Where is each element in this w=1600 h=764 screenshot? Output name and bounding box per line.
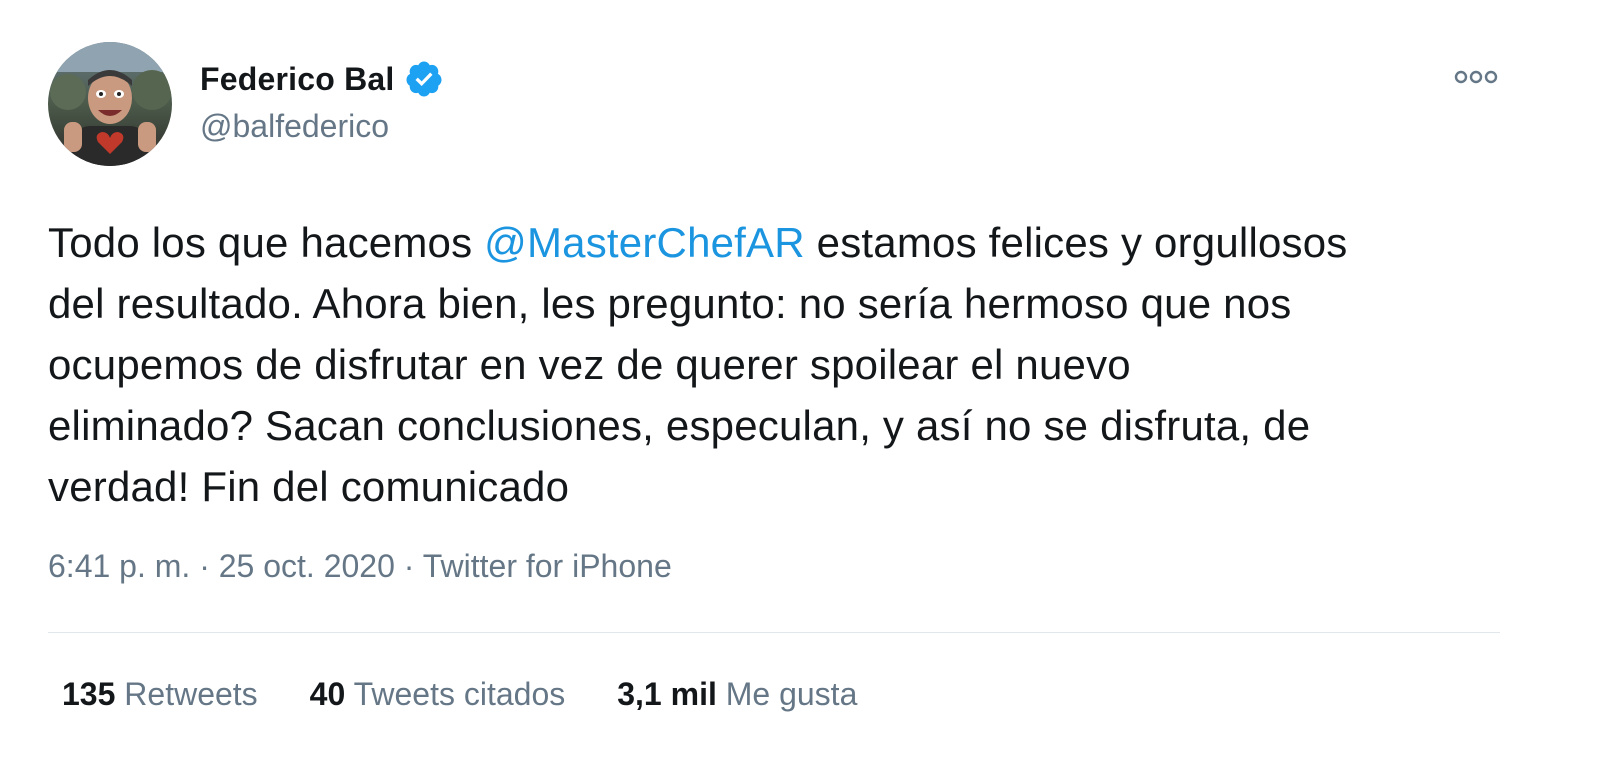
mention-link[interactable]: @MasterChefAR bbox=[484, 219, 805, 266]
tweet-line: verdad! Fin del comunicado bbox=[48, 463, 570, 510]
quote-tweets-label: Tweets citados bbox=[353, 676, 566, 712]
tweet-line: Todo los que hacemos @MasterChefAR estam… bbox=[48, 212, 1558, 273]
author-display-name[interactable]: Federico Bal bbox=[200, 61, 394, 98]
tweet-line: eliminado? Sacan conclusiones, especulan… bbox=[48, 402, 1311, 449]
retweets-count: 135 bbox=[62, 676, 116, 712]
avatar-image bbox=[48, 42, 172, 166]
quote-tweets-count: 40 bbox=[309, 676, 346, 712]
retweets-label: Retweets bbox=[124, 676, 258, 712]
meta-separator: · bbox=[394, 548, 423, 584]
meta-separator: · bbox=[190, 548, 219, 584]
tweet-source-link[interactable]: Twitter for iPhone bbox=[423, 548, 672, 584]
likes-count: 3,1 mil bbox=[617, 676, 717, 712]
tweet-metadata: 6:41 p. m. · 25 oct. 2020 · Twitter for … bbox=[48, 548, 672, 585]
tweet-line: del resultado. Ahora bien, les pregunto:… bbox=[48, 280, 1292, 327]
likes-label: Me gusta bbox=[725, 676, 858, 712]
author-avatar[interactable] bbox=[48, 42, 172, 166]
quote-tweets-stat[interactable]: 40 Tweets citados bbox=[310, 676, 566, 713]
more-options-icon bbox=[1454, 70, 1498, 84]
author-name-row: Federico Bal bbox=[200, 58, 444, 100]
tweet-text-segment: Todo los que hacemos bbox=[48, 219, 485, 266]
retweets-stat[interactable]: 135 Retweets bbox=[62, 676, 258, 713]
verified-badge-icon bbox=[404, 59, 444, 99]
tweet-text: Todo los que hacemos @MasterChefAR estam… bbox=[48, 212, 1558, 517]
divider bbox=[48, 632, 1500, 633]
tweet-text-segment: estamos felices y orgullosos bbox=[804, 219, 1348, 266]
more-options-button[interactable] bbox=[1452, 62, 1500, 92]
tweet-date[interactable]: 25 oct. 2020 bbox=[219, 548, 395, 584]
engagement-stats: 135 Retweets 40 Tweets citados 3,1 mil M… bbox=[62, 676, 857, 713]
tweet-time[interactable]: 6:41 p. m. bbox=[48, 548, 190, 584]
author-handle[interactable]: @balfederico bbox=[200, 108, 389, 145]
likes-stat[interactable]: 3,1 mil Me gusta bbox=[617, 676, 857, 713]
tweet-line: ocupemos de disfrutar en vez de querer s… bbox=[48, 341, 1131, 388]
